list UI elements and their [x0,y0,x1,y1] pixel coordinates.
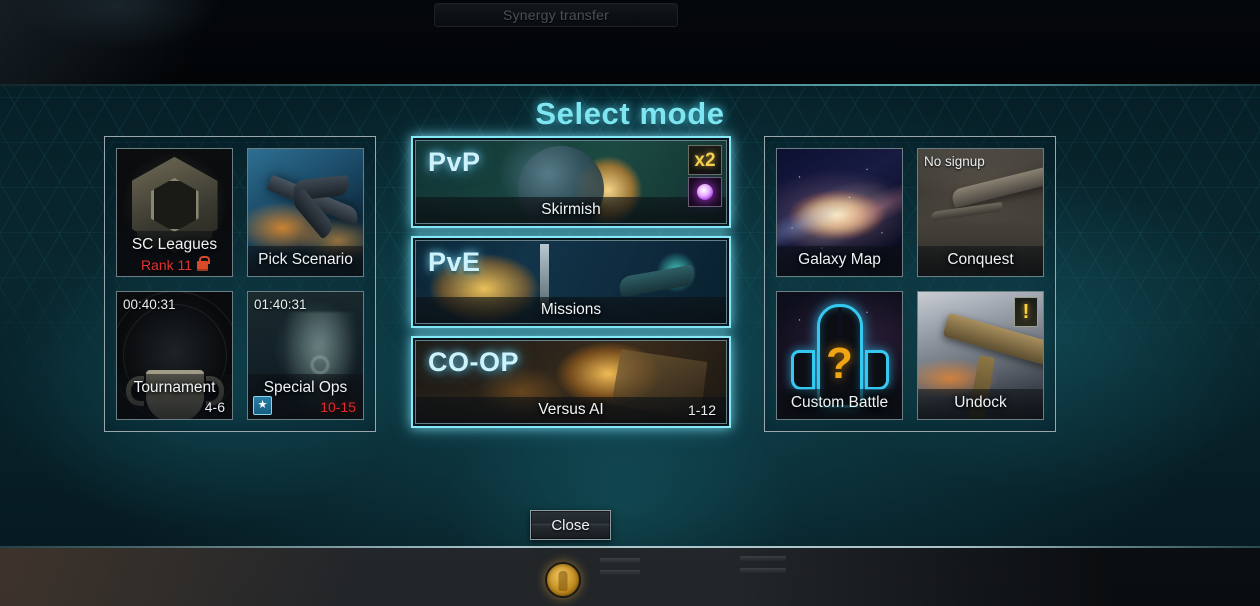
multiplier-badge: x2 [688,145,722,175]
card-tournament[interactable]: 00:40:31 Tournament 4-6 [116,291,233,420]
warning-badge-icon: ! [1014,297,1038,327]
special-ops-player-range: 10-15 [320,399,356,415]
pvp-name: Skirmish [541,201,601,218]
pve-label-bar: Missions [416,297,726,323]
close-button-label: Close [551,516,590,534]
pve-name: Missions [540,301,602,318]
card-special-ops[interactable]: 01:40:31 Special Ops ★ 10-15 [247,291,364,420]
escort-ship-icon [930,202,1003,222]
synergy-transfer-button[interactable]: Synergy transfer [434,3,678,27]
pve-mode-label: PvE [428,247,481,277]
ship-emblem-icon [545,562,581,598]
right-modes-panel: Galaxy Map No signup Conquest ? Custom B… [764,136,1056,432]
capital-ship-icon [949,163,1043,208]
coop-label-bar: Versus AI 1-12 [416,397,726,423]
fighter-ship-icon [266,174,362,226]
synergy-transfer-label: Synergy transfer [503,7,609,23]
lock-icon [197,256,211,271]
cockpit-foreground [0,548,1260,606]
question-mark-icon: ? [826,338,853,388]
card-galaxy-map[interactable]: Galaxy Map [776,148,903,277]
coop-range: 1-12 [687,402,716,418]
alien-ship-icon [617,264,697,297]
purple-orb-icon [688,177,722,207]
conquest-status: No signup [924,154,985,169]
card-undock[interactable]: ! Undock [917,291,1044,420]
card-sc-leagues[interactable]: SC Leagues Rank 11 [116,148,233,277]
coop-mode-label: CO-OP [428,347,520,377]
card-label: Pick Scenario [248,246,363,276]
special-ops-timer: 01:40:31 [254,297,307,312]
rank-text: Rank 11 [140,257,193,273]
card-pve-missions[interactable]: PvE Missions [411,236,731,328]
left-modes-panel: SC Leagues Rank 11 Pick Scenario 00:40:3… [104,136,376,432]
game-screen: Synergy transfer Select mode SC Leagues … [0,0,1260,606]
pvp-label-bar: Skirmish [416,197,726,223]
card-label: Undock [918,389,1043,419]
card-pvp-skirmish[interactable]: PvP x2 Skirmish [411,136,731,228]
card-custom-battle[interactable]: ? Custom Battle [776,291,903,420]
card-pick-scenario[interactable]: Pick Scenario [247,148,364,277]
card-coop-versus-ai[interactable]: CO-OP Versus AI 1-12 [411,336,731,428]
pvp-mode-label: PvP [428,147,481,177]
card-conquest[interactable]: No signup Conquest [917,148,1044,277]
sc-leagues-rank-requirement: Rank 11 [117,256,232,273]
page-title: Select mode [535,96,725,131]
tournament-timer: 00:40:31 [123,297,176,312]
tournament-player-range: 4-6 [204,399,225,415]
card-label: Galaxy Map [777,246,902,276]
coop-name: Versus AI [538,401,604,418]
special-ops-reward-icon: ★ [253,396,272,415]
card-label: Custom Battle [777,389,902,419]
close-button[interactable]: Close [530,510,611,540]
center-modes-panel: PvP x2 Skirmish PvE Missions CO-OP Versu… [411,136,731,432]
card-label: Conquest [918,246,1043,276]
